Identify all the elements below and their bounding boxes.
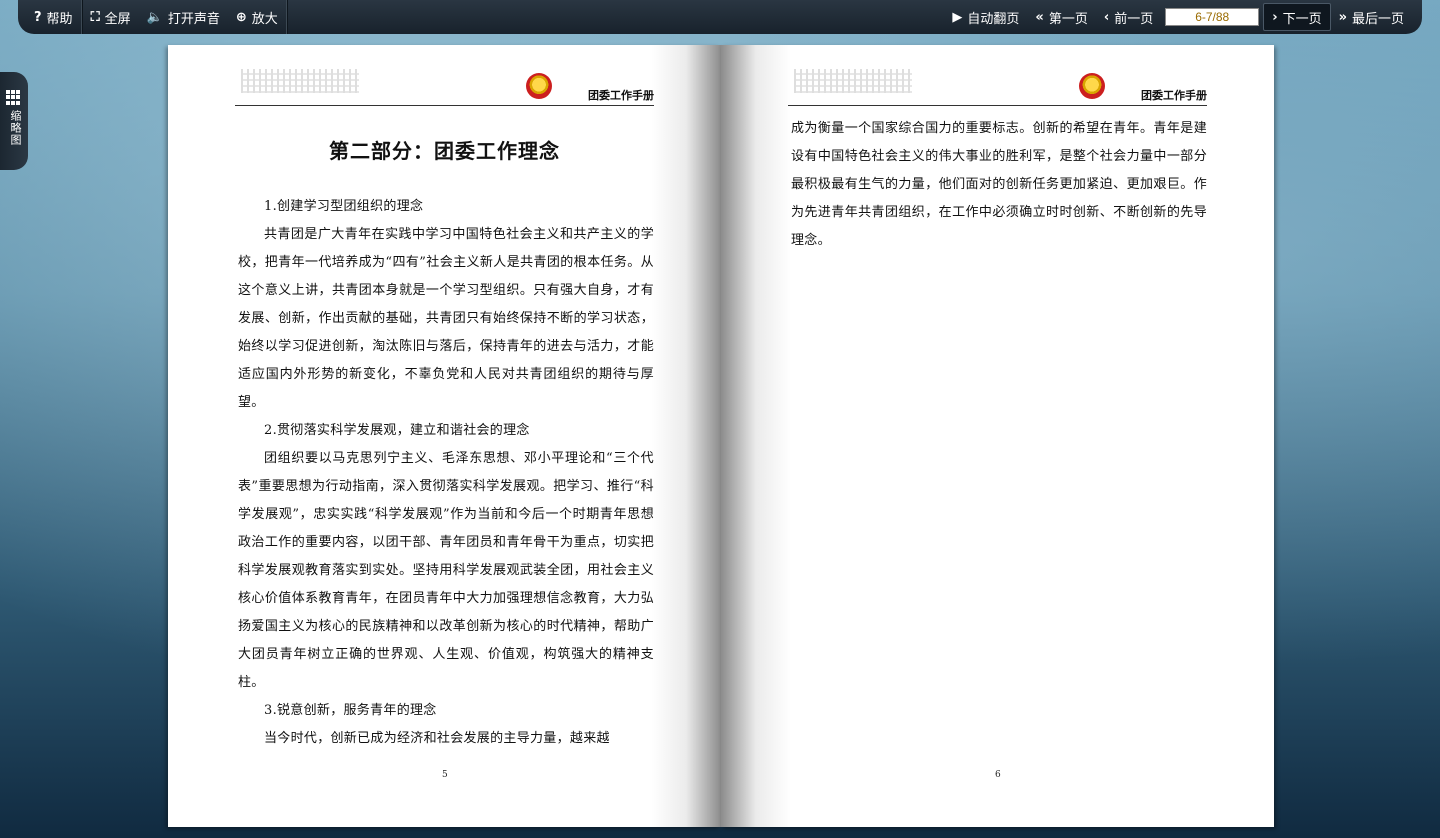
paragraph: 1.创建学习型团组织的理念 [264,199,424,214]
autoflip-button[interactable]: ▶ 自动翻页 [944,0,1027,34]
thumbnail-tab-label: 缩略图 [9,110,22,146]
page-header: 团委工作手册 [235,65,654,106]
league-emblem-icon [526,73,552,99]
toolbar-right: ▶ 自动翻页 « 第一页 ‹ 前一页 › 下一页 » 最后一页 [944,0,1412,34]
paragraph: 3.锐意创新，服务青年的理念 [264,703,437,718]
toolbar-left: ? 帮助 ⛶ 全屏 🔈 打开声音 ⊕ 放大 [18,0,288,34]
zoom-label: 放大 [251,11,278,27]
next-page-label: 下一页 [1282,11,1322,27]
last-page-button[interactable]: » 最后一页 [1331,0,1412,34]
play-icon: ▶ [952,9,963,25]
sound-button[interactable]: 🔈 打开声音 [139,0,228,34]
autoflip-label: 自动翻页 [967,11,1020,27]
last-page-label: 最后一页 [1351,11,1404,27]
thumbnail-tab[interactable]: 缩略图 [0,72,28,170]
first-page-label: 第一页 [1048,11,1088,27]
fullscreen-button[interactable]: ⛶ 全屏 [83,0,139,34]
double-chevron-left-icon: « [1035,9,1044,25]
header-pattern [241,69,359,93]
prev-page-label: 前一页 [1114,11,1154,27]
page-number: 6 [995,770,1001,780]
paragraph: 团组织要以马克思列宁主义、毛泽东思想、邓小平理论和“三个代表”重要思想为行动指南… [238,451,654,690]
header-title: 团委工作手册 [1141,89,1207,102]
right-page[interactable]: 团委工作手册 成为衡量一个国家综合国力的重要标志。创新的希望在青年。青年是建设有… [721,45,1274,827]
double-chevron-right-icon: » [1338,9,1347,25]
flipbook: 团委工作手册 第二部分：团委工作理念 1.创建学习型团组织的理念 共青团是广大青… [168,45,1274,827]
grid-icon [6,90,21,105]
paragraph: 2.贯彻落实科学发展观，建立和谐社会的理念 [264,423,530,438]
chevron-right-icon: › [1272,9,1278,25]
page-header: 团委工作手册 [788,65,1207,106]
header-title: 团委工作手册 [588,89,654,102]
page-number: 5 [442,770,448,780]
left-page-body: 1.创建学习型团组织的理念 共青团是广大青年在实践中学习中国特色社会主义和共产主… [238,193,654,753]
page-number-input[interactable] [1165,8,1260,26]
toolbar: ? 帮助 ⛶ 全屏 🔈 打开声音 ⊕ 放大 ▶ 自动翻页 « 第一页 ‹ 前一页 [18,0,1422,34]
speaker-icon: 🔈 [146,9,163,25]
paragraph: 当今时代，创新已成为经济和社会发展的主导力量，越来越 [264,731,610,746]
first-page-button[interactable]: « 第一页 [1027,0,1095,34]
next-page-button[interactable]: › 下一页 [1263,3,1331,31]
page-gutter-shadow [721,45,791,827]
header-pattern [794,69,912,93]
fullscreen-icon: ⛶ [90,9,100,25]
zoom-button[interactable]: ⊕ 放大 [228,0,286,34]
zoom-in-icon: ⊕ [235,9,247,25]
help-button[interactable]: ? 帮助 [18,0,81,34]
prev-page-button[interactable]: ‹ 前一页 [1096,0,1161,34]
left-page[interactable]: 团委工作手册 第二部分：团委工作理念 1.创建学习型团组织的理念 共青团是广大青… [168,45,721,827]
section-heading: 第二部分：团委工作理念 [329,139,560,163]
right-page-body: 成为衡量一个国家综合国力的重要标志。创新的希望在青年。青年是建设有中国特色社会主… [791,115,1207,255]
chevron-left-icon: ‹ [1103,9,1110,25]
paragraph: 共青团是广大青年在实践中学习中国特色社会主义和共产主义的学校，把青年一代培养成为… [238,227,654,410]
sound-label: 打开声音 [167,11,220,27]
help-label: 帮助 [46,11,73,27]
toolbar-divider [285,0,288,34]
paragraph: 成为衡量一个国家综合国力的重要标志。创新的希望在青年。青年是建设有中国特色社会主… [791,121,1207,248]
league-emblem-icon [1079,73,1105,99]
fullscreen-label: 全屏 [104,11,131,27]
help-icon: ? [34,9,42,25]
